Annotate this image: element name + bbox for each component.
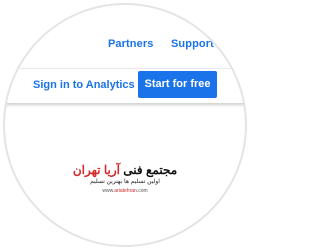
top-navigation: Partners Support — [5, 5, 245, 65]
start-for-free-button[interactable]: Start for free — [138, 71, 217, 98]
nav-link-partners[interactable]: Partners — [108, 38, 153, 50]
watermark-logo: مجتمع فنی آریا تهران اولین تسلیم ها بهتر… — [63, 163, 187, 207]
circular-crop-frame: Partners Support Sign in to Analytics St… — [3, 3, 247, 247]
watermark-title: مجتمع فنی آریا تهران — [63, 163, 187, 178]
watermark-url-suffix: .com — [136, 188, 148, 194]
sign-in-link[interactable]: Sign in to Analytics — [33, 79, 135, 91]
cta-bar: Sign in to Analytics Start for free — [5, 68, 245, 103]
watermark-url: www.ariatehran.com — [63, 187, 187, 195]
watermark-title-main: مجتمع فنی — [119, 163, 178, 177]
watermark-title-accent: آریا تهران — [72, 163, 120, 177]
page: Partners Support Sign in to Analytics St… — [0, 0, 250, 250]
watermark-tagline: اولین تسلیم ها بهترین تسلیم — [90, 179, 160, 185]
nav-link-support[interactable]: Support — [171, 38, 214, 50]
watermark-url-prefix: www. — [102, 188, 115, 194]
watermark-url-domain: ariatehran — [114, 188, 137, 194]
